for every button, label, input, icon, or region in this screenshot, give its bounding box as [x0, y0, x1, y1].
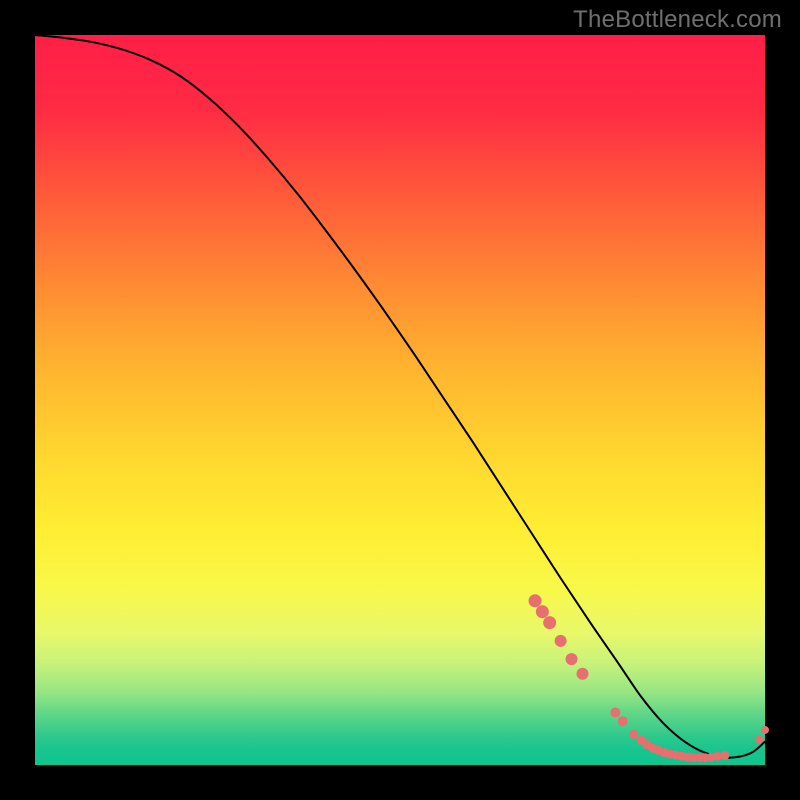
scatter-point — [755, 735, 763, 743]
bottleneck-curve — [35, 35, 765, 758]
watermark-text: TheBottleneck.com — [573, 6, 782, 34]
scatter-point — [720, 751, 729, 760]
scatter-point — [566, 653, 578, 665]
scatter-point — [610, 707, 620, 717]
scatter-point — [536, 605, 549, 618]
scatter-point — [577, 668, 589, 680]
scatter-point — [543, 616, 556, 629]
scatter-point — [555, 635, 567, 647]
scatter-point — [618, 716, 628, 726]
scatter-point — [629, 730, 638, 739]
chart-stage: TheBottleneck.com — [0, 0, 800, 800]
scatter-point — [529, 594, 542, 607]
scatter-points-group — [529, 594, 769, 762]
scatter-point — [761, 726, 769, 734]
chart-svg — [35, 35, 765, 765]
plot-area — [35, 35, 765, 765]
